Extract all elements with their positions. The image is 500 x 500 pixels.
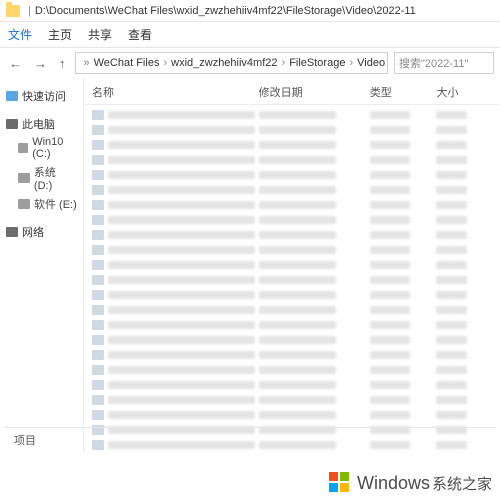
sidebar-disk-e[interactable]: 软件 (E:) (4, 194, 79, 214)
file-icon (92, 350, 104, 360)
column-headers: 名称 修改日期 类型 大小 (84, 78, 500, 105)
file-icon (92, 305, 104, 315)
search-placeholder: 搜索"2022-11" (399, 55, 468, 71)
tab-share[interactable]: 共享 (88, 26, 112, 43)
tab-file[interactable]: 文件 (8, 26, 32, 43)
table-row[interactable] (92, 393, 492, 407)
network-icon (6, 227, 18, 237)
file-icon (92, 410, 104, 420)
table-row[interactable] (92, 363, 492, 377)
file-icon (92, 395, 104, 405)
sidebar-quick-access[interactable]: 快速访问 (4, 86, 79, 106)
table-row[interactable] (92, 333, 492, 347)
nav-up[interactable]: ↑ (56, 54, 69, 73)
table-row[interactable] (92, 168, 492, 182)
table-row[interactable] (92, 348, 492, 362)
sidebar-item-label: 此电脑 (22, 116, 55, 132)
disk-icon (18, 143, 28, 153)
watermark-suffix: 系统之家 (432, 473, 492, 494)
file-icon (92, 125, 104, 135)
star-icon (6, 91, 18, 101)
disk-icon (18, 199, 30, 209)
file-icon (92, 380, 104, 390)
col-name[interactable]: 名称 (92, 84, 259, 100)
nav-row: ← → ↑ » WeChat Files› wxid_zwzhehiiv4mf2… (0, 48, 500, 78)
table-row[interactable] (92, 303, 492, 317)
nav-arrows: ← → ↑ (6, 54, 69, 73)
file-pane: 名称 修改日期 类型 大小 (84, 78, 500, 452)
file-list (84, 105, 500, 452)
file-icon (92, 185, 104, 195)
nav-back[interactable]: ← (6, 54, 25, 73)
sidebar-this-pc[interactable]: 此电脑 (4, 114, 79, 134)
table-row[interactable] (92, 183, 492, 197)
status-items: 项目 (4, 428, 496, 452)
col-date[interactable]: 修改日期 (259, 84, 370, 100)
windows-logo-icon (329, 472, 351, 494)
address-bar[interactable]: » WeChat Files› wxid_zwzhehiiv4mf22› Fil… (75, 52, 389, 74)
table-row[interactable] (92, 378, 492, 392)
crumb[interactable]: WeChat Files (94, 57, 160, 69)
file-icon (92, 365, 104, 375)
folder-icon (6, 5, 20, 17)
file-icon (92, 245, 104, 255)
table-row[interactable] (92, 198, 492, 212)
crumb[interactable]: FileStorage (289, 57, 345, 69)
col-type[interactable]: 类型 (370, 84, 437, 100)
table-row[interactable] (92, 228, 492, 242)
sidebar: 快速访问 此电脑 Win10 (C:) 系统 (D:) 软件 (0, 78, 84, 452)
file-icon (92, 335, 104, 345)
table-row[interactable] (92, 318, 492, 332)
pc-icon (6, 119, 18, 129)
status-bar: 项目 (4, 427, 496, 452)
title-separator: | (28, 5, 31, 17)
table-row[interactable] (92, 213, 492, 227)
col-size[interactable]: 大小 (436, 84, 492, 100)
file-icon (92, 215, 104, 225)
tab-home[interactable]: 主页 (48, 26, 72, 43)
file-icon (92, 140, 104, 150)
table-row[interactable] (92, 273, 492, 287)
table-row[interactable] (92, 288, 492, 302)
sidebar-item-label: Win10 (C:) (32, 136, 77, 160)
sidebar-disk-c[interactable]: Win10 (C:) (4, 134, 79, 162)
title-bar: | D:\Documents\WeChat Files\wxid_zwzhehi… (0, 0, 500, 22)
sidebar-item-label: 软件 (E:) (34, 196, 77, 212)
sidebar-disk-d[interactable]: 系统 (D:) (4, 162, 79, 194)
tab-view[interactable]: 查看 (128, 26, 152, 43)
table-row[interactable] (92, 153, 492, 167)
nav-forward[interactable]: → (31, 54, 50, 73)
table-row[interactable] (92, 408, 492, 422)
sidebar-network[interactable]: 网络 (4, 222, 79, 242)
table-row[interactable] (92, 123, 492, 137)
file-icon (92, 200, 104, 210)
sidebar-item-label: 快速访问 (22, 88, 66, 104)
main-area: 快速访问 此电脑 Win10 (C:) 系统 (D:) 软件 (0, 78, 500, 452)
file-icon (92, 170, 104, 180)
watermark-brand: Windows (357, 473, 430, 494)
search-input[interactable]: 搜索"2022-11" (394, 52, 494, 74)
sidebar-item-label: 系统 (D:) (34, 164, 77, 192)
crumb[interactable]: wxid_zwzhehiiv4mf22 (171, 57, 277, 69)
table-row[interactable] (92, 243, 492, 257)
sidebar-item-label: 网络 (22, 224, 44, 240)
file-icon (92, 260, 104, 270)
table-row[interactable] (92, 108, 492, 122)
file-icon (92, 275, 104, 285)
watermark: Windows 系统之家 (329, 472, 492, 494)
file-icon (92, 230, 104, 240)
file-icon (92, 110, 104, 120)
disk-icon (18, 173, 30, 183)
ribbon: 文件 主页 共享 查看 (0, 22, 500, 48)
file-icon (92, 320, 104, 330)
file-icon (92, 155, 104, 165)
file-icon (92, 290, 104, 300)
crumb[interactable]: Video (357, 57, 385, 69)
table-row[interactable] (92, 138, 492, 152)
table-row[interactable] (92, 258, 492, 272)
window-path: D:\Documents\WeChat Files\wxid_zwzhehiiv… (35, 5, 494, 17)
